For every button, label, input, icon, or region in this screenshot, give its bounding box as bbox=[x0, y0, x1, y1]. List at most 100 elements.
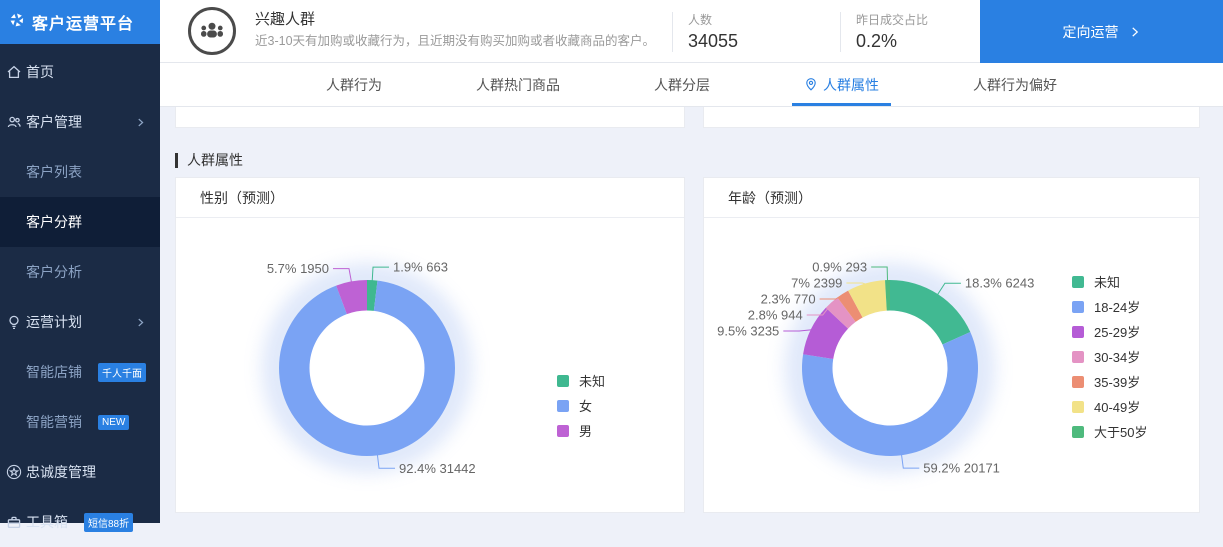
stat-label: 昨日成交占比 bbox=[856, 13, 929, 27]
stat-value: 34055 bbox=[688, 31, 739, 51]
toolbox-icon bbox=[6, 514, 22, 530]
donut-svg: 1.9% 663 92.4% 31442 5.7% 1950 bbox=[262, 260, 476, 476]
active-tab-underline bbox=[792, 103, 891, 106]
tab-2[interactable]: 人群分层 bbox=[642, 63, 722, 106]
users-icon bbox=[6, 114, 22, 130]
sidebar-item-label: 首页 bbox=[26, 64, 54, 80]
sidebar-item-2[interactable]: 客户列表 bbox=[0, 147, 160, 197]
sidebar-item-6[interactable]: 智能店铺 千人千面 bbox=[0, 347, 160, 397]
cutoff-card bbox=[703, 107, 1200, 128]
tab-label: 人群属性 bbox=[823, 76, 879, 93]
legend-item-2[interactable]: 25-29岁 bbox=[1072, 319, 1147, 344]
legend-item-1[interactable]: 女 bbox=[557, 393, 605, 418]
legend-item-0[interactable]: 未知 bbox=[1072, 269, 1147, 294]
tabbar: 人群行为 人群热门商品 人群分层 人群属性 人群行为偏好 bbox=[160, 63, 1223, 107]
sidebar-item-1[interactable]: 客户管理 bbox=[0, 97, 160, 147]
legend-label: 女 bbox=[579, 399, 593, 414]
avatar bbox=[188, 7, 236, 55]
legend-swatch bbox=[1072, 325, 1084, 338]
tab-label: 人群热门商品 bbox=[476, 76, 560, 93]
tab-4[interactable]: 人群行为偏好 bbox=[961, 63, 1069, 106]
tab-label: 人群分层 bbox=[654, 76, 710, 93]
legend-item-5[interactable]: 40-49岁 bbox=[1072, 394, 1147, 419]
tab-1[interactable]: 人群热门商品 bbox=[464, 63, 572, 106]
stat-count: 人数 34055 bbox=[688, 11, 738, 52]
tab-0[interactable]: 人群行为 bbox=[314, 63, 394, 106]
age-donut-chart: 18.3% 6243 59.2% 20171 9.5% 3235 2.8% 944 2.… bbox=[704, 218, 1199, 512]
legend-item-1[interactable]: 18-24岁 bbox=[1072, 294, 1147, 319]
legend-item-6[interactable]: 大于50岁 bbox=[1072, 419, 1147, 444]
targeted-operation-button[interactable]: 定向运营 bbox=[980, 0, 1223, 63]
people-group-icon bbox=[201, 22, 223, 38]
sidebar-item-label: 忠诚度管理 bbox=[26, 464, 96, 480]
legend-item-2[interactable]: 男 bbox=[557, 418, 605, 443]
sidebar-item-label: 智能店铺 bbox=[26, 364, 82, 380]
sidebar-item-4[interactable]: 客户分析 bbox=[0, 247, 160, 297]
star-icon bbox=[6, 464, 22, 480]
sidebar-item-badge: 短信88折 bbox=[84, 512, 134, 532]
legend-label: 未知 bbox=[579, 374, 606, 389]
stat-deal-ratio: 昨日成交占比 0.2% bbox=[856, 11, 928, 52]
slice-label: 2.8% 944 bbox=[748, 308, 803, 323]
stat-label: 人数 bbox=[688, 13, 713, 27]
legend-label: 35-39岁 bbox=[1094, 375, 1141, 390]
sidebar-item-3[interactable]: 客户分群 bbox=[0, 197, 160, 247]
legend-item-3[interactable]: 30-34岁 bbox=[1072, 344, 1147, 369]
sidebar-item-label: 客户列表 bbox=[26, 164, 82, 180]
sidebar-item-5[interactable]: 运营计划 bbox=[0, 297, 160, 347]
stat-value: 0.2% bbox=[856, 31, 898, 51]
bulb-icon bbox=[6, 314, 22, 330]
legend-label: 大于50岁 bbox=[1094, 425, 1148, 440]
slice-label: 1.9% 663 bbox=[393, 260, 448, 275]
legend-swatch bbox=[1072, 425, 1084, 438]
tab-3[interactable]: 人群属性 bbox=[792, 63, 891, 106]
main-panel: 兴趣人群 近3-10天有加购或收藏行为，且近期没有购买加购或者收藏商品的客户。 … bbox=[160, 0, 1223, 523]
legend-swatch bbox=[557, 374, 569, 387]
legend-label: 40-49岁 bbox=[1094, 400, 1141, 415]
app-logo-bar: 客户运营平台 bbox=[0, 0, 160, 44]
sidebar-item-9[interactable]: 工具箱 短信88折 bbox=[0, 497, 160, 547]
targeted-operation-label: 定向运营 bbox=[1062, 23, 1119, 40]
legend-swatch bbox=[1072, 300, 1084, 313]
card-title: 年龄（预测） bbox=[704, 178, 1199, 218]
chevron-right-icon bbox=[1131, 26, 1138, 37]
legend-item-0[interactable]: 未知 bbox=[557, 368, 605, 393]
legend-swatch bbox=[1072, 275, 1084, 288]
sidebar-item-7[interactable]: 智能营销 NEW bbox=[0, 397, 160, 447]
sidebar-item-label: 运营计划 bbox=[26, 314, 82, 330]
group-description: 近3-10天有加购或收藏行为，且近期没有购买加购或者收藏商品的客户。 bbox=[255, 34, 656, 48]
section-title-text: 人群属性 bbox=[187, 152, 243, 168]
tab-label: 人群行为偏好 bbox=[973, 76, 1057, 93]
sidebar-item-label: 客户分群 bbox=[26, 214, 82, 230]
sidebar-item-label: 智能营销 bbox=[26, 414, 82, 430]
legend-label: 未知 bbox=[1094, 275, 1121, 290]
slice-label: 5.7% 1950 bbox=[267, 261, 329, 276]
legend-label: 30-34岁 bbox=[1094, 350, 1141, 365]
legend-swatch bbox=[557, 424, 569, 437]
slice-label: 18.3% 6243 bbox=[965, 276, 1034, 291]
home-icon bbox=[6, 64, 22, 80]
legend-label: 18-24岁 bbox=[1094, 300, 1141, 315]
content: 人群属性 性别（预测） 1.9% 663 92.4% 31442 5.7% 1950… bbox=[160, 107, 1223, 523]
legend-item-4[interactable]: 35-39岁 bbox=[1072, 369, 1147, 394]
slice-label: 9.5% 3235 bbox=[717, 324, 779, 339]
chart-legend: 未知 18-24岁 25-29岁 30-34岁 35-39岁 40-49岁 大于50岁 bbox=[1072, 269, 1147, 444]
sidebar-item-8[interactable]: 忠诚度管理 bbox=[0, 447, 160, 497]
section-title: 人群属性 bbox=[175, 150, 1200, 170]
sidebar-item-badge: 千人千面 bbox=[98, 362, 146, 382]
sidebar-item-label: 客户分析 bbox=[26, 264, 82, 280]
chart-legend: 未知女男 bbox=[557, 368, 605, 443]
sidebar-item-0[interactable]: 首页 bbox=[0, 47, 160, 97]
slice-label: 92.4% 31442 bbox=[399, 461, 476, 476]
slice-label: 2.3% 770 bbox=[761, 292, 816, 307]
sidebar-nav: 首页客户管理客户列表客户分群客户分析运营计划智能店铺 千人千面智能营销 NEW 忠诚度… bbox=[0, 47, 160, 547]
section-title-bar bbox=[175, 152, 178, 168]
gender-chart-card: 性别（预测） 1.9% 663 92.4% 31442 5.7% 1950 未知女男 bbox=[175, 177, 685, 513]
legend-swatch bbox=[1072, 400, 1084, 413]
chevron-right-icon bbox=[135, 315, 146, 331]
legend-swatch bbox=[1072, 350, 1084, 363]
location-pin-icon bbox=[804, 77, 818, 92]
card-title: 性别（预测） bbox=[176, 178, 684, 218]
legend-label: 25-29岁 bbox=[1094, 325, 1141, 340]
sidebar-item-badge: NEW bbox=[98, 414, 130, 430]
